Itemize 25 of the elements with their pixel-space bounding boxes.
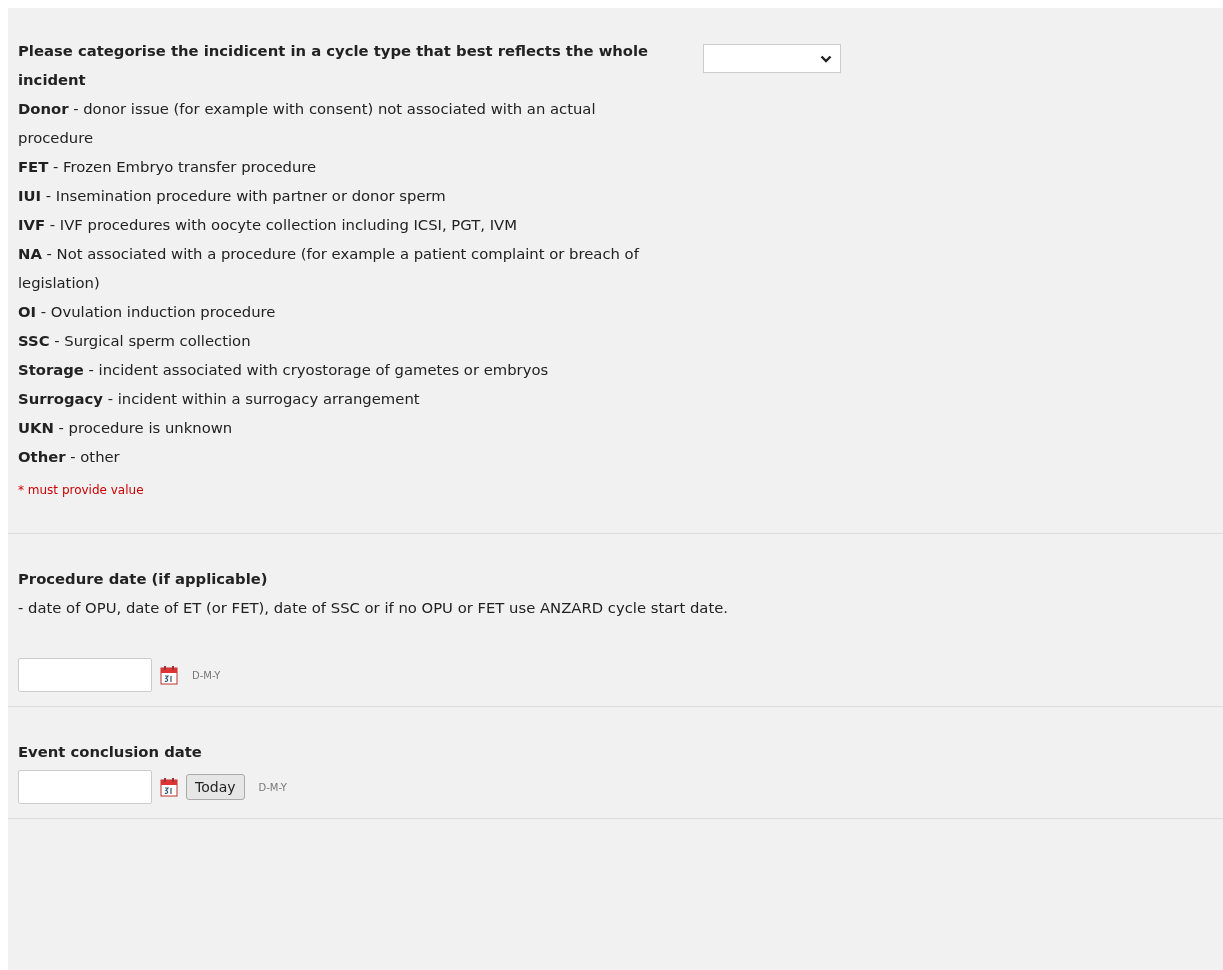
option-description: NA - Not associated with a procedure (for example a patient complaint or breach of legislation) xyxy=(18,244,641,293)
question-label: Please categorise the incidicent in a cycle type that best reflects the whole incident xyxy=(18,41,650,90)
option-description: IVF - IVF procedures with oocyte collection including ICSI, PGT, IVM xyxy=(18,215,518,235)
option-description: FET - Frozen Embryo transfer procedure xyxy=(18,157,318,177)
option-description: Donor - donor issue (for example with consent) not associated with an actual procedure xyxy=(18,99,597,148)
date-input-field[interactable] xyxy=(18,658,152,692)
date-format-hint: D-M-Y xyxy=(192,669,221,681)
date-format-hint: D-M-Y xyxy=(258,781,287,793)
option-description: Other - other xyxy=(18,447,121,467)
chevron-down-icon xyxy=(820,54,832,63)
field-label: Event conclusion date xyxy=(18,742,203,762)
date-input-field[interactable] xyxy=(18,770,152,804)
field-description: - date of OPU, date of ET (or FET), date of SSC or if no OPU or FET use ANZARD cycle start date. xyxy=(18,598,729,618)
required-note: * must provide value xyxy=(18,482,145,499)
option-description: OI - Ovulation induction procedure xyxy=(18,302,277,322)
option-description: SSC - Surgical sperm collection xyxy=(18,331,252,351)
calendar-icon[interactable] xyxy=(160,665,178,685)
option-description: Storage - incident associated with cryostorage of gametes or embryos xyxy=(18,360,550,380)
option-description: UKN - procedure is unknown xyxy=(18,418,234,438)
field-label: Procedure date (if applicable) xyxy=(18,569,269,589)
cycle-type-dropdown[interactable] xyxy=(703,44,841,73)
option-description: Surrogacy - incident within a surrogacy arrangement xyxy=(18,389,421,409)
option-description: IUI - Insemination procedure with partner or donor sperm xyxy=(18,186,447,206)
calendar-icon[interactable] xyxy=(160,777,178,797)
today-button[interactable]: Today xyxy=(186,774,245,800)
